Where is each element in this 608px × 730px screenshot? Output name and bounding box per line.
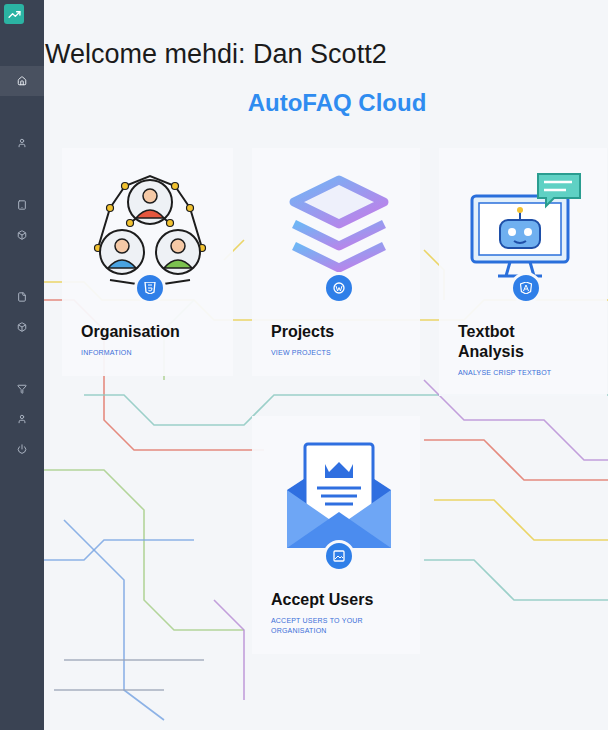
power-icon [17,444,27,454]
angular-icon [520,282,532,294]
card-visual [271,436,406,564]
sidebar-item[interactable] [0,220,44,250]
tablet-icon [17,200,27,210]
card-subtitle[interactable]: ACCEPT USERS TO YOUR ORGANISATION [271,616,406,636]
html5-icon [144,282,156,294]
welcome-heading: Welcome mehdi: Dan Scott2 [44,38,608,70]
sidebar-item[interactable] [0,66,44,96]
card-subtitle[interactable]: ANALYSE CRISP TEXTBOT [458,368,593,378]
card-title: Textbot Analysis [458,322,576,362]
box-icon [17,230,27,240]
accept-users-card[interactable]: Accept Users ACCEPT USERS TO YOUR ORGANIS… [252,416,420,654]
box-icon [17,322,27,332]
sidebar [0,0,44,730]
user-icon [17,138,27,148]
organisation-illustration-icon [89,168,211,288]
image-icon [333,550,345,562]
card-badge [323,540,355,572]
card-badge [134,272,166,304]
projects-card[interactable]: Projects VIEW PROJECTS [252,148,420,376]
card-badge [510,272,542,304]
sidebar-item[interactable] [0,128,44,158]
brand-title: AutoFAQ Cloud [44,88,608,118]
textbot-analysis-card[interactable]: Textbot Analysis ANALYSE CRISP TEXTBOT [439,148,607,396]
card-title: Organisation [81,322,199,342]
card-subtitle[interactable]: INFORMATION [81,348,219,358]
card-grid: Organisation INFORMATION Projects VIEW PROJ… [44,148,608,654]
user-icon [17,414,27,424]
filter-icon [17,384,27,394]
card-title: Projects [271,322,389,342]
home-icon [17,76,27,86]
card-visual [81,168,219,296]
sidebar-item[interactable] [0,312,44,342]
card-title: Accept Users [271,590,389,610]
sidebar-item[interactable] [0,404,44,434]
sidebar-item[interactable] [0,190,44,220]
organisation-card[interactable]: Organisation INFORMATION [62,148,233,376]
file-icon [17,292,27,302]
chatbot-illustration-icon [466,168,586,288]
logo[interactable] [4,4,24,24]
main-content: Welcome mehdi: Dan Scott2 AutoFAQ Cloud Or… [44,0,608,730]
sidebar-item[interactable] [0,434,44,464]
app-shell: Welcome mehdi: Dan Scott2 AutoFAQ Cloud Or… [0,0,608,730]
sidebar-item[interactable] [0,282,44,312]
card-badge [323,272,355,304]
sidebar-nav [0,66,44,464]
wordpress-icon [333,282,345,294]
sidebar-item[interactable] [0,374,44,404]
card-visual [271,168,406,296]
trend-logo-icon [8,8,21,21]
invitation-illustration-icon [279,436,399,556]
layers-illustration-icon [279,168,399,288]
card-visual [458,168,593,296]
card-subtitle[interactable]: VIEW PROJECTS [271,348,406,358]
